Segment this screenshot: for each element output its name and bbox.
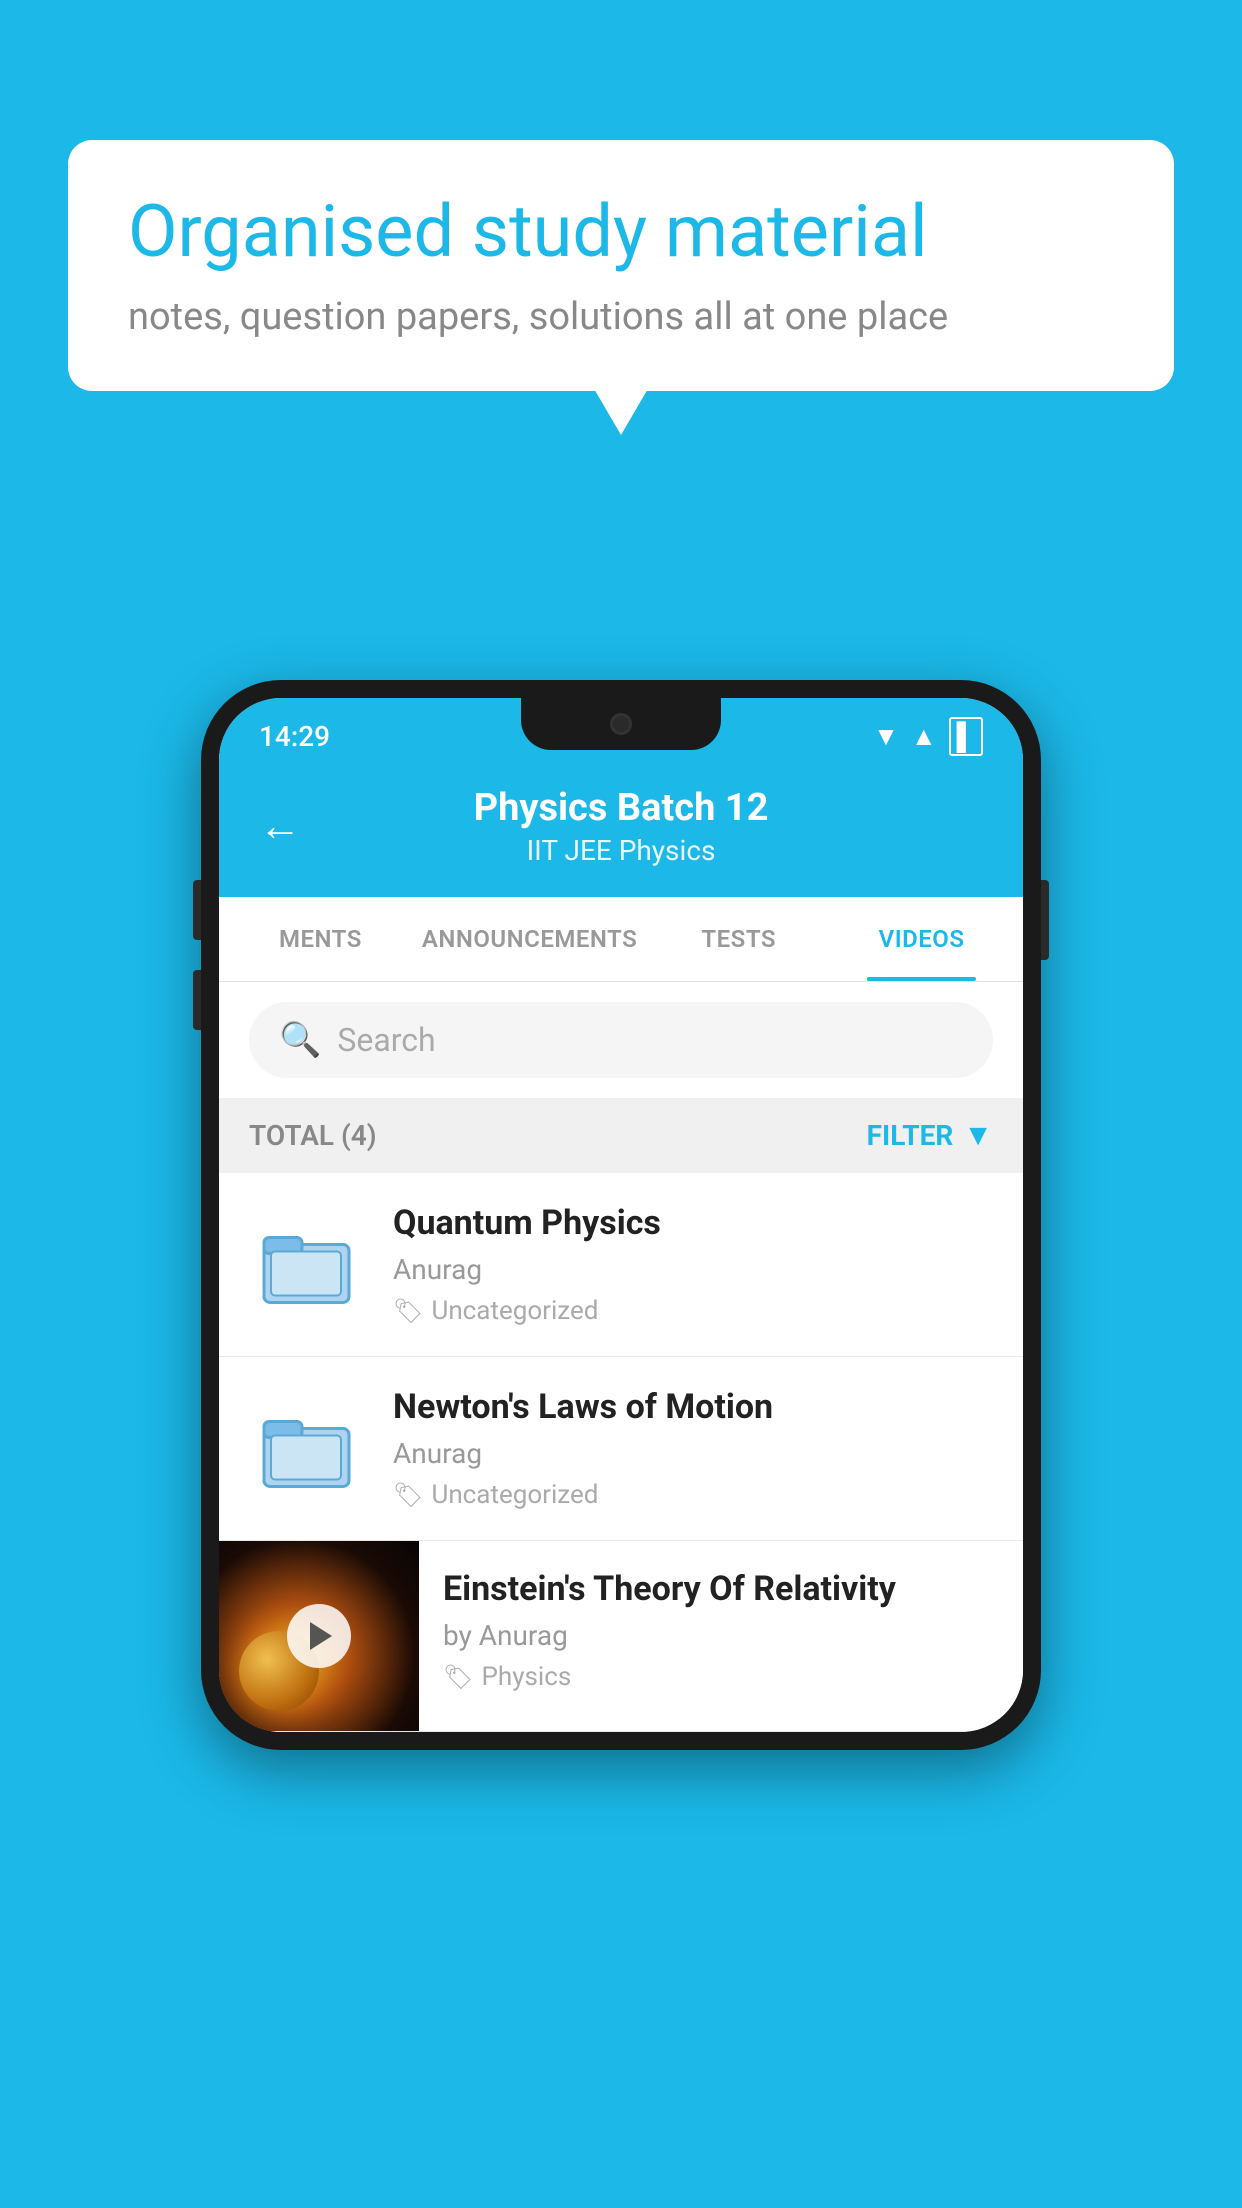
video-info-2: Newton's Laws of Motion Anurag 🏷 Uncateg… — [393, 1387, 993, 1510]
speech-bubble: Organised study material notes, question… — [68, 140, 1174, 391]
search-icon: 🔍 — [279, 1020, 321, 1060]
tab-announcements[interactable]: ANNOUNCEMENTS — [412, 897, 647, 981]
tab-videos[interactable]: VIDEOS — [830, 897, 1013, 981]
search-bar-container: 🔍 Search — [219, 982, 1023, 1098]
einstein-thumbnail — [219, 1541, 419, 1731]
app-header: ← Physics Batch 12 IIT JEE Physics — [219, 766, 1023, 897]
phone-side-btn-left-1 — [193, 880, 201, 940]
list-item[interactable]: Einstein's Theory Of Relativity by Anura… — [219, 1541, 1023, 1732]
status-time: 14:29 — [259, 720, 330, 753]
battery-icon: ▌ — [949, 717, 983, 756]
video-title: Einstein's Theory Of Relativity — [443, 1569, 999, 1609]
phone-screen: 14:29 ▼ ▲ ▌ ← Physics Batch 12 IIT JEE P… — [219, 698, 1023, 1732]
speech-bubble-section: Organised study material notes, question… — [68, 140, 1174, 391]
filter-label: FILTER — [867, 1119, 954, 1152]
video-author: by Anurag — [443, 1619, 999, 1652]
phone-mockup: 14:29 ▼ ▲ ▌ ← Physics Batch 12 IIT JEE P… — [201, 680, 1041, 1750]
total-count: TOTAL (4) — [249, 1119, 377, 1152]
tabs-bar: MENTS ANNOUNCEMENTS TESTS VIDEOS — [219, 897, 1023, 982]
search-placeholder: Search — [337, 1021, 435, 1059]
video-thumbnail-2 — [249, 1394, 369, 1504]
video-info-1: Quantum Physics Anurag 🏷 Uncategorized — [393, 1203, 993, 1326]
tab-tests[interactable]: TESTS — [647, 897, 830, 981]
list-item[interactable]: Newton's Laws of Motion Anurag 🏷 Uncateg… — [219, 1357, 1023, 1541]
phone-side-btn-right — [1041, 880, 1049, 960]
bubble-title: Organised study material — [128, 192, 1114, 271]
tag-icon: 🏷 — [393, 1297, 423, 1325]
filter-funnel-icon: ▼ — [963, 1118, 993, 1153]
folder-icon — [259, 1401, 359, 1496]
filter-bar: TOTAL (4) FILTER ▼ — [219, 1098, 1023, 1173]
search-bar[interactable]: 🔍 Search — [249, 1002, 993, 1078]
video-list: Quantum Physics Anurag 🏷 Uncategorized — [219, 1173, 1023, 1732]
play-button[interactable] — [287, 1604, 351, 1668]
phone-notch — [521, 698, 721, 750]
phone-side-btn-left-2 — [193, 970, 201, 1030]
bubble-subtitle: notes, question papers, solutions all at… — [128, 295, 1114, 339]
einstein-bg — [219, 1541, 419, 1731]
video-title: Quantum Physics — [393, 1203, 993, 1243]
video-title: Newton's Laws of Motion — [393, 1387, 993, 1427]
einstein-info: Einstein's Theory Of Relativity by Anura… — [419, 1541, 1023, 1720]
signal-icon: ▲ — [911, 721, 937, 752]
video-thumbnail-1 — [249, 1210, 369, 1320]
back-button[interactable]: ← — [259, 802, 301, 851]
video-author: Anurag — [393, 1253, 993, 1286]
phone-outer: 14:29 ▼ ▲ ▌ ← Physics Batch 12 IIT JEE P… — [201, 680, 1041, 1750]
video-tag: 🏷 Uncategorized — [393, 1480, 993, 1510]
video-author: Anurag — [393, 1437, 993, 1470]
header-title-section: Physics Batch 12 IIT JEE Physics — [331, 786, 911, 867]
phone-camera — [610, 713, 632, 735]
status-icons: ▼ ▲ ▌ — [873, 717, 983, 756]
filter-button[interactable]: FILTER ▼ — [867, 1118, 993, 1153]
video-tag: 🏷 Physics — [443, 1662, 999, 1692]
play-triangle-icon — [310, 1622, 332, 1650]
video-tag: 🏷 Uncategorized — [393, 1296, 993, 1326]
page-title: Physics Batch 12 — [331, 786, 911, 830]
tag-icon: 🏷 — [393, 1481, 423, 1509]
header-subtitle: IIT JEE Physics — [331, 834, 911, 867]
list-item[interactable]: Quantum Physics Anurag 🏷 Uncategorized — [219, 1173, 1023, 1357]
wifi-icon: ▼ — [873, 721, 899, 752]
folder-icon — [259, 1217, 359, 1312]
tag-icon: 🏷 — [443, 1663, 473, 1691]
tab-ments[interactable]: MENTS — [229, 897, 412, 981]
